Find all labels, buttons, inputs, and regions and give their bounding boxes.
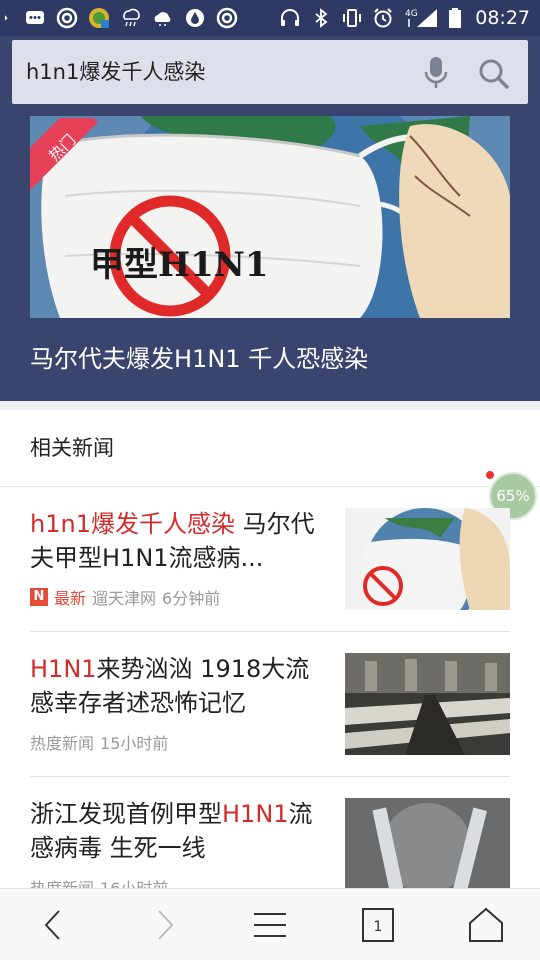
news-separator xyxy=(30,631,510,632)
news-time: 6分钟前 xyxy=(162,589,221,608)
headphones-icon xyxy=(281,9,300,26)
hospital-ward-photo xyxy=(345,653,510,755)
news-title-highlight: H1N1 xyxy=(222,800,289,828)
news-source: 热度新闻 xyxy=(30,734,95,753)
tab-count: 1 xyxy=(374,919,383,935)
news-separator xyxy=(30,776,510,777)
menu-icon[interactable] xyxy=(250,905,290,945)
rain-icon xyxy=(123,8,140,27)
radar-icon xyxy=(56,7,78,29)
news-meta: N 最新 遛天津网 6分钟前 xyxy=(30,585,220,609)
news-title: 浙江发现首例甲型H1N1流感病毒 生死一线 xyxy=(30,797,320,865)
drop-icon xyxy=(186,9,204,27)
clock: 08:27 xyxy=(475,7,530,29)
news-thumbnail xyxy=(345,798,510,900)
tabs-icon[interactable]: 1 xyxy=(358,905,398,945)
cloud-icon xyxy=(154,12,171,26)
news-title: H1N1来势汹汹 1918大流感幸存者述恐怖记忆 xyxy=(30,652,320,720)
news-source-logo-icon: N xyxy=(30,588,48,606)
bottom-toolbar: 1 xyxy=(0,888,540,960)
news-thumbnail xyxy=(345,508,510,610)
hot-tag: 热门 xyxy=(30,118,110,204)
news-meta: 热度新闻 15小时前 xyxy=(30,730,168,754)
search-bar[interactable]: h1n1爆发千人感染 xyxy=(12,40,528,104)
news-title-highlight: H1N1 xyxy=(30,655,97,683)
news-tag: 最新 xyxy=(54,589,87,608)
cell-signal-icon: 4G xyxy=(405,9,438,27)
chat-icon xyxy=(26,11,44,24)
app-badge-icon xyxy=(89,8,109,28)
network-label: 4G xyxy=(405,9,418,19)
search-icon[interactable] xyxy=(478,58,510,90)
news-source: 遛天津网 xyxy=(92,589,157,608)
search-input[interactable]: h1n1爆发千人感染 xyxy=(26,40,205,104)
news-time: 15小时前 xyxy=(100,734,169,753)
vibrate-icon xyxy=(343,9,362,27)
home-icon[interactable] xyxy=(466,905,506,945)
header: h1n1爆发千人感染 甲型H1N1 热门 马尔代夫爆发H1N1 千人恐感染 xyxy=(0,36,540,401)
mask-thumbnail-image xyxy=(345,508,510,610)
section-divider xyxy=(0,401,540,410)
news-item-2[interactable]: H1N1来势汹汹 1918大流感幸存者述恐怖记忆 热度新闻 15小时前 xyxy=(30,650,510,796)
forward-icon[interactable] xyxy=(144,905,184,945)
news-item-1[interactable]: h1n1爆发千人感染 马尔代夫甲型H1N1流感病... N 最新 遛天津网 6分… xyxy=(30,505,510,651)
news-title: h1n1爆发千人感染 马尔代夫甲型H1N1流感病... xyxy=(30,507,320,575)
alarm-icon xyxy=(374,8,392,28)
radar-icon xyxy=(216,7,238,29)
news-title-prefix: 浙江发现首例甲型 xyxy=(30,800,222,828)
section-separator xyxy=(0,486,540,487)
hero-image-text: 甲型H1N1 xyxy=(90,245,269,285)
notification-dot xyxy=(486,471,494,479)
back-icon[interactable] xyxy=(34,905,74,945)
hero-title[interactable]: 马尔代夫爆发H1N1 千人恐感染 xyxy=(30,339,368,374)
related-news-title: 相关新闻 xyxy=(30,436,114,460)
news-title-highlight: h1n1爆发千人感染 xyxy=(30,510,235,538)
microphone-icon[interactable] xyxy=(424,56,448,90)
vaccine-vials-photo xyxy=(345,798,510,900)
bluetooth-icon xyxy=(315,8,328,28)
battery-icon xyxy=(449,8,462,28)
signal-arrow-icon xyxy=(4,15,8,21)
hero-image[interactable]: 甲型H1N1 热门 xyxy=(30,116,510,318)
news-thumbnail xyxy=(345,653,510,755)
status-bar: 4G 08:27 xyxy=(0,0,540,36)
